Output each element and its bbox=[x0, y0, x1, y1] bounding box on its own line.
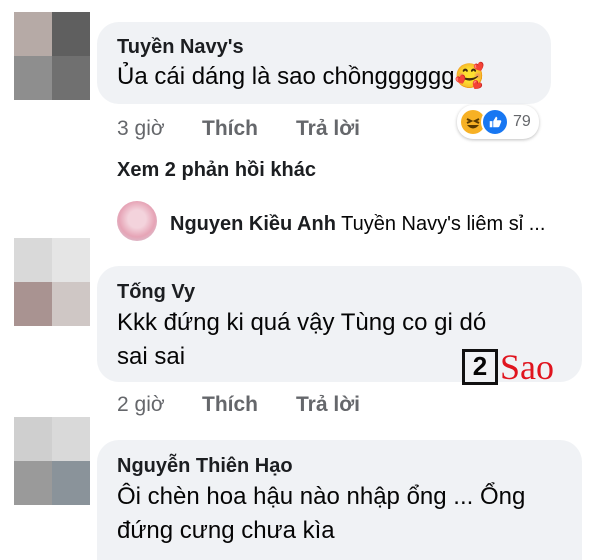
avatar-tile bbox=[52, 238, 90, 282]
comment-timestamp[interactable]: 3 giờ bbox=[117, 117, 165, 141]
avatar-tile bbox=[52, 56, 90, 100]
avatar-tile bbox=[14, 417, 52, 461]
comment-timestamp[interactable]: 2 giờ bbox=[117, 393, 165, 417]
avatar-tile bbox=[14, 461, 52, 505]
reaction-count: 79 bbox=[513, 113, 531, 130]
smiling-hearts-emoji: 🥰 bbox=[454, 63, 485, 90]
avatar-tile bbox=[52, 461, 90, 505]
comment-text-line: Ôi chèn hoa hậu nào nhập ổng ... Ổng bbox=[117, 483, 526, 510]
commenter-avatar[interactable] bbox=[14, 12, 90, 100]
comment-text-line: đứng cưng chưa kìa bbox=[117, 517, 335, 544]
comment-author[interactable]: Nguyễn Thiên Hạo bbox=[117, 455, 293, 478]
avatar-tile bbox=[52, 417, 90, 461]
reply-button[interactable]: Trả lời bbox=[296, 393, 360, 417]
reply-author[interactable]: Nguyen Kiều Anh bbox=[170, 213, 336, 235]
comment-text-line: sai sai bbox=[117, 343, 186, 370]
commenter-avatar[interactable] bbox=[14, 238, 90, 326]
comment-text-line: Kkk đứng ki quá vậy Tùng co gi dó bbox=[117, 309, 487, 336]
comment-author[interactable]: Tống Vy bbox=[117, 281, 195, 304]
reaction-summary[interactable]: 79 bbox=[457, 105, 539, 139]
comment-text: Ủa cái dáng là sao chồngggggg🥰 bbox=[117, 63, 485, 90]
watermark-text: Sao bbox=[500, 347, 554, 387]
like-button[interactable]: Thích bbox=[202, 117, 258, 141]
avatar-tile bbox=[14, 282, 52, 326]
reply-preview-text: Tuyền Navy's liêm sỉ ... bbox=[341, 213, 546, 235]
commenter-avatar[interactable] bbox=[14, 417, 90, 505]
view-more-replies-link[interactable]: Xem 2 phản hồi khác bbox=[117, 159, 316, 182]
like-button[interactable]: Thích bbox=[202, 393, 258, 417]
reply-preview[interactable]: Nguyen Kiều Anh Tuyền Navy's liêm sỉ ... bbox=[170, 213, 545, 236]
avatar-tile bbox=[14, 12, 52, 56]
avatar-tile bbox=[52, 12, 90, 56]
like-reaction-icon bbox=[481, 108, 509, 136]
watermark-logo: 2 Sao bbox=[462, 346, 554, 388]
avatar-tile bbox=[14, 238, 52, 282]
reply-avatar[interactable] bbox=[117, 201, 157, 241]
avatar-tile bbox=[52, 282, 90, 326]
watermark-number: 2 bbox=[462, 349, 498, 385]
comment-author[interactable]: Tuyền Navy's bbox=[117, 36, 244, 59]
avatar-tile bbox=[14, 56, 52, 100]
reply-button[interactable]: Trả lời bbox=[296, 117, 360, 141]
